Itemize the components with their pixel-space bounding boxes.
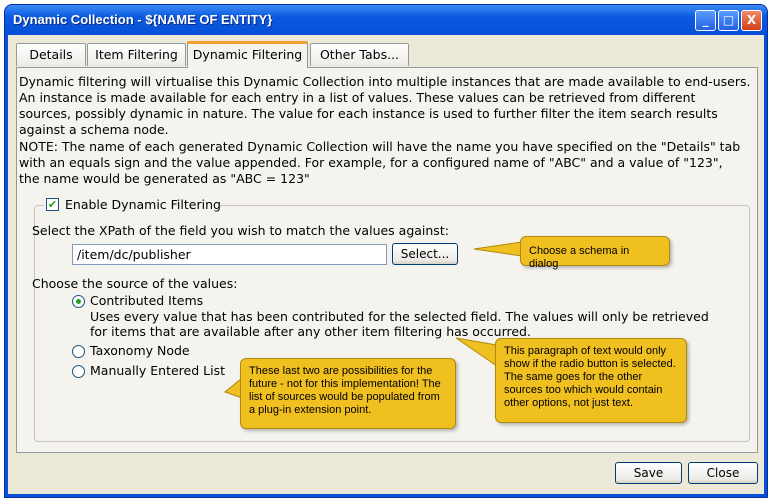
callout-pointer-paragraph bbox=[455, 337, 498, 367]
callout-future-sources: These last two are possibilities for the… bbox=[240, 358, 456, 429]
callout-pointer-select bbox=[473, 241, 523, 257]
callout-paragraph-note: This paragraph of text would only show i… bbox=[495, 338, 687, 423]
callout-select-schema: Choose a schema in dialog bbox=[520, 236, 670, 270]
tab-dynamic-filtering[interactable]: Dynamic Filtering bbox=[187, 41, 308, 68]
